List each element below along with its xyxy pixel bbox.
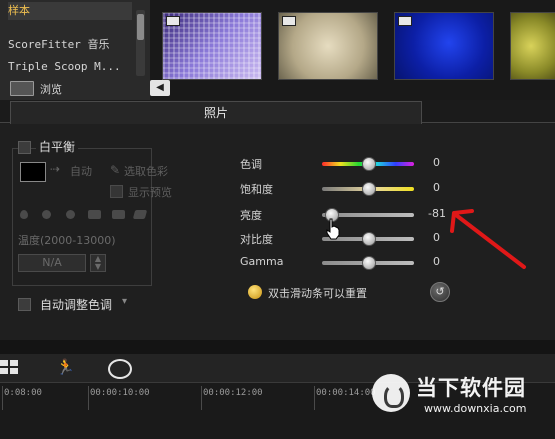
storyboard-view-icon[interactable] xyxy=(0,360,18,374)
thumbnail-beige-texture[interactable] xyxy=(278,12,378,80)
thumbnail-purple-mosaic[interactable] xyxy=(162,12,262,80)
temperature-label: 温度(2000-13000) xyxy=(18,234,116,247)
brightness-label: 亮度 xyxy=(240,209,262,222)
motion-path-icon[interactable]: 🏃 xyxy=(56,358,78,376)
contrast-slider-handle[interactable] xyxy=(362,232,376,246)
overcast-preset-icon[interactable] xyxy=(132,210,148,219)
tick-label: 00:00:14:00 xyxy=(316,388,376,398)
auto-tone-label: 自动调整色调 xyxy=(40,298,113,312)
watermark-url: www.downxia.com xyxy=(424,402,527,415)
temperature-input[interactable]: N/A xyxy=(18,254,86,272)
eyedropper-icon: ✎ xyxy=(110,163,121,177)
thumbnail-yellow-texture[interactable] xyxy=(510,12,555,80)
reset-hint-text: 双击滑动条可以重置 xyxy=(268,287,367,300)
gamma-slider-handle[interactable] xyxy=(362,256,376,270)
tick-label: 00:00:10:00 xyxy=(90,388,150,398)
white-balance-title: 白平衡 xyxy=(36,138,79,155)
tick-label: 00:00:12:00 xyxy=(203,388,263,398)
browse-folder-icon xyxy=(10,81,34,96)
tick-mark xyxy=(88,386,89,410)
contrast-value: 0 xyxy=(433,231,440,244)
browse-button[interactable]: 浏览 xyxy=(10,78,120,98)
media-type-icon xyxy=(282,16,296,26)
auto-tone-checkbox[interactable] xyxy=(18,298,31,311)
lasso-icon[interactable] xyxy=(108,359,132,379)
temperature-stepper[interactable]: ▲ ▼ xyxy=(90,254,106,272)
auto-wb-icon: ⇢ xyxy=(50,162,61,176)
tab-photo[interactable]: 照片 xyxy=(10,101,422,124)
library-scrollbar-thumb[interactable] xyxy=(137,14,144,40)
media-thumbnail-strip xyxy=(150,0,555,100)
gamma-label: Gamma xyxy=(240,255,284,268)
watermark-name: 当下软件园 xyxy=(416,376,526,400)
saturation-slider-handle[interactable] xyxy=(362,182,376,196)
white-balance-color-swatch[interactable] xyxy=(20,162,46,182)
saturation-label: 饱和度 xyxy=(240,183,273,196)
sun-preset-icon[interactable] xyxy=(66,210,75,219)
media-type-icon xyxy=(166,16,180,26)
thumbnail-blue-texture[interactable] xyxy=(394,12,494,80)
contrast-label: 对比度 xyxy=(240,233,273,246)
watermark-power-icon xyxy=(384,384,404,408)
auto-wb-label[interactable]: 自动 xyxy=(70,163,92,179)
hue-value: 0 xyxy=(433,156,440,169)
white-balance-checkbox[interactable] xyxy=(18,141,31,154)
lightbulb-icon xyxy=(248,285,262,299)
tick-mark xyxy=(314,386,315,410)
bulb-preset-icon[interactable] xyxy=(42,210,51,219)
library-item-triple-scoop[interactable]: Triple Scoop M... xyxy=(8,58,121,76)
select-color-label[interactable]: 选取色彩 xyxy=(124,163,168,179)
cloud-preset-icon[interactable] xyxy=(88,210,101,219)
tick-mark xyxy=(2,386,3,410)
browse-label: 浏览 xyxy=(40,83,62,96)
library-item-samples[interactable]: 样本 xyxy=(8,2,132,20)
panel-separator[interactable] xyxy=(0,340,555,354)
show-preview-checkbox[interactable] xyxy=(110,185,123,198)
hue-label: 色调 xyxy=(240,158,262,171)
candle-preset-icon[interactable] xyxy=(20,210,28,219)
tick-mark xyxy=(201,386,202,410)
reset-button[interactable]: ↺ xyxy=(430,282,450,302)
show-preview-label: 显示预览 xyxy=(128,186,172,199)
hue-slider-handle[interactable] xyxy=(362,157,376,171)
library-item-scorefitter[interactable]: ScoreFitter 音乐 xyxy=(8,36,109,54)
shade-preset-icon[interactable] xyxy=(112,210,125,219)
hand-cursor-icon xyxy=(326,218,340,240)
gamma-value: 0 xyxy=(433,255,440,268)
tick-label: 0:08:00 xyxy=(4,388,42,398)
chevron-down-icon[interactable]: ▾ xyxy=(122,296,127,307)
media-type-icon xyxy=(398,16,412,26)
annotation-arrow-icon xyxy=(450,209,526,269)
saturation-value: 0 xyxy=(433,181,440,194)
scroll-left-icon[interactable]: ◀ xyxy=(150,80,170,96)
